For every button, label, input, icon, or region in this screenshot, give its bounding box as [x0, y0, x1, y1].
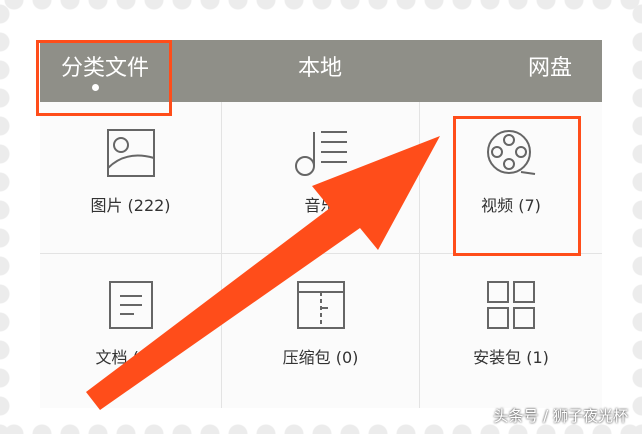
- watermark: 头条号 / 狮子夜光杯: [493, 407, 628, 425]
- annotation-arrow: [86, 136, 440, 410]
- arrow-shape: [86, 136, 440, 410]
